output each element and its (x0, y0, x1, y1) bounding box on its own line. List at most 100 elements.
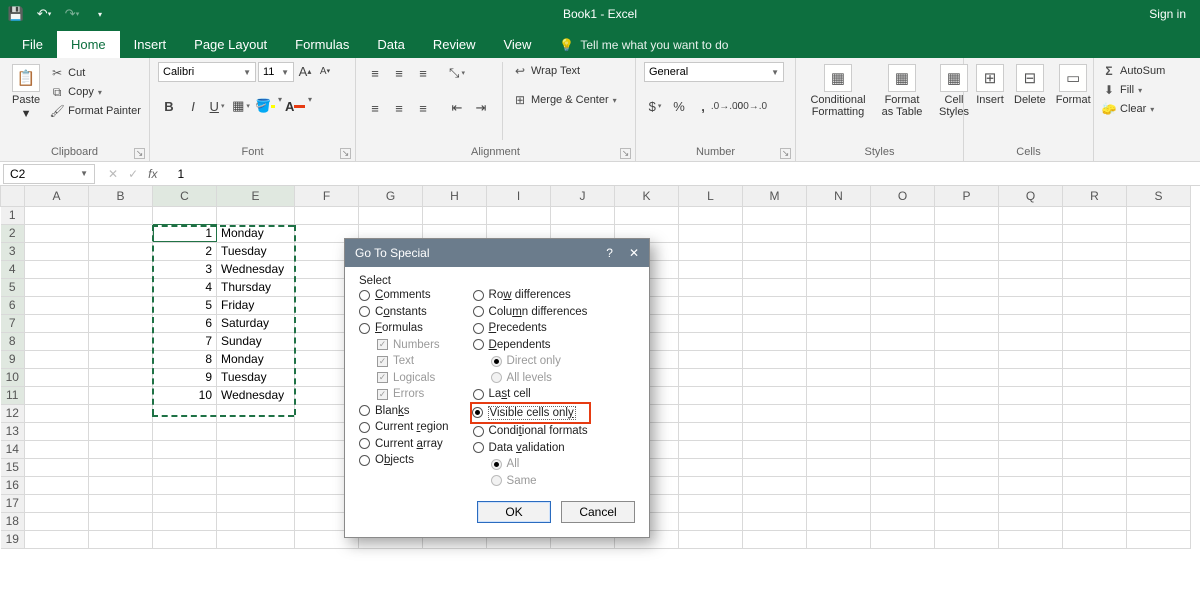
col-header-R[interactable]: R (1063, 186, 1127, 206)
cell-B14[interactable] (89, 440, 153, 458)
qat-customize-icon[interactable]: ▾ (92, 6, 108, 22)
cell-B12[interactable] (89, 404, 153, 422)
align-left-button[interactable]: ≡ (364, 97, 386, 119)
cell-R15[interactable] (1063, 458, 1127, 476)
cell-R16[interactable] (1063, 476, 1127, 494)
format-as-table-button[interactable]: ▦Format as Table (874, 62, 930, 120)
cell-C19[interactable] (153, 530, 217, 548)
tab-data[interactable]: Data (363, 31, 418, 58)
cell-E5[interactable]: Thursday (217, 278, 295, 296)
cell-C10[interactable]: 9 (153, 368, 217, 386)
align-top-button[interactable]: ≡ (364, 62, 386, 84)
cancel-button[interactable]: Cancel (561, 501, 635, 523)
cell-B4[interactable] (89, 260, 153, 278)
row-header-14[interactable]: 14 (1, 440, 25, 458)
cell-O3[interactable] (871, 242, 935, 260)
cell-S5[interactable] (1127, 278, 1191, 296)
cell-S4[interactable] (1127, 260, 1191, 278)
cell-L8[interactable] (679, 332, 743, 350)
cell-P18[interactable] (935, 512, 999, 530)
cell-M14[interactable] (743, 440, 807, 458)
cell-R1[interactable] (1063, 206, 1127, 224)
cell-A2[interactable] (25, 224, 89, 242)
cell-A11[interactable] (25, 386, 89, 404)
cell-S3[interactable] (1127, 242, 1191, 260)
cell-E17[interactable] (217, 494, 295, 512)
cell-E1[interactable] (217, 206, 295, 224)
cell-P12[interactable] (935, 404, 999, 422)
cell-A9[interactable] (25, 350, 89, 368)
cell-Q14[interactable] (999, 440, 1063, 458)
row-header-3[interactable]: 3 (1, 242, 25, 260)
cell-M5[interactable] (743, 278, 807, 296)
row-header-1[interactable]: 1 (1, 206, 25, 224)
cell-C13[interactable] (153, 422, 217, 440)
col-header-Q[interactable]: Q (999, 186, 1063, 206)
tell-me[interactable]: 💡 Tell me what you want to do (545, 32, 742, 58)
cell-N17[interactable] (807, 494, 871, 512)
cell-N16[interactable] (807, 476, 871, 494)
cell-E4[interactable]: Wednesday (217, 260, 295, 278)
cell-S2[interactable] (1127, 224, 1191, 242)
cell-G1[interactable] (359, 206, 423, 224)
radio-conditional-formats[interactable]: Conditional formats (473, 425, 588, 437)
undo-icon[interactable]: ↶▾ (36, 6, 52, 22)
cell-C1[interactable] (153, 206, 217, 224)
col-header-L[interactable]: L (679, 186, 743, 206)
cell-R7[interactable] (1063, 314, 1127, 332)
cell-B5[interactable] (89, 278, 153, 296)
number-format-selector[interactable]: General▼ (644, 62, 784, 82)
cell-P10[interactable] (935, 368, 999, 386)
cell-R8[interactable] (1063, 332, 1127, 350)
cell-Q9[interactable] (999, 350, 1063, 368)
formula-input[interactable]: 1 (167, 167, 184, 181)
radio-formulas[interactable]: Formulas (359, 322, 449, 334)
accounting-format-button[interactable]: $▾ (644, 95, 666, 117)
cell-S16[interactable] (1127, 476, 1191, 494)
save-icon[interactable]: 💾 (8, 6, 24, 22)
radio-current-region[interactable]: Current region (359, 421, 449, 433)
cell-B3[interactable] (89, 242, 153, 260)
cell-S15[interactable] (1127, 458, 1191, 476)
cell-M1[interactable] (743, 206, 807, 224)
cell-C6[interactable]: 5 (153, 296, 217, 314)
align-center-button[interactable]: ≡ (388, 97, 410, 119)
row-header-16[interactable]: 16 (1, 476, 25, 494)
cell-Q11[interactable] (999, 386, 1063, 404)
cell-E7[interactable]: Saturday (217, 314, 295, 332)
cell-C7[interactable]: 6 (153, 314, 217, 332)
radio-last-cell[interactable]: Last cell (473, 388, 588, 400)
cell-N15[interactable] (807, 458, 871, 476)
cell-N8[interactable] (807, 332, 871, 350)
increase-indent-button[interactable]: ⇥ (470, 97, 492, 119)
cell-O6[interactable] (871, 296, 935, 314)
cell-M13[interactable] (743, 422, 807, 440)
cell-E3[interactable]: Tuesday (217, 242, 295, 260)
wrap-text-button[interactable]: ↩Wrap Text (513, 64, 617, 78)
tab-file[interactable]: File (8, 31, 57, 58)
cell-L15[interactable] (679, 458, 743, 476)
col-header-G[interactable]: G (359, 186, 423, 206)
cell-N19[interactable] (807, 530, 871, 548)
cell-B13[interactable] (89, 422, 153, 440)
cell-O19[interactable] (871, 530, 935, 548)
cell-R19[interactable] (1063, 530, 1127, 548)
cell-P6[interactable] (935, 296, 999, 314)
copy-button[interactable]: ⧉Copy ▾ (50, 85, 141, 99)
cell-N10[interactable] (807, 368, 871, 386)
cell-E6[interactable]: Friday (217, 296, 295, 314)
cell-O7[interactable] (871, 314, 935, 332)
cell-P1[interactable] (935, 206, 999, 224)
cell-O10[interactable] (871, 368, 935, 386)
cell-A13[interactable] (25, 422, 89, 440)
cell-E12[interactable] (217, 404, 295, 422)
cell-R4[interactable] (1063, 260, 1127, 278)
row-header-15[interactable]: 15 (1, 458, 25, 476)
radio-row-differences[interactable]: Row differences (473, 289, 588, 301)
col-header-S[interactable]: S (1127, 186, 1191, 206)
cell-O16[interactable] (871, 476, 935, 494)
cell-C12[interactable] (153, 404, 217, 422)
cell-B10[interactable] (89, 368, 153, 386)
cell-R9[interactable] (1063, 350, 1127, 368)
radio-visible-cells-only[interactable]: Visible cells only (472, 406, 587, 420)
